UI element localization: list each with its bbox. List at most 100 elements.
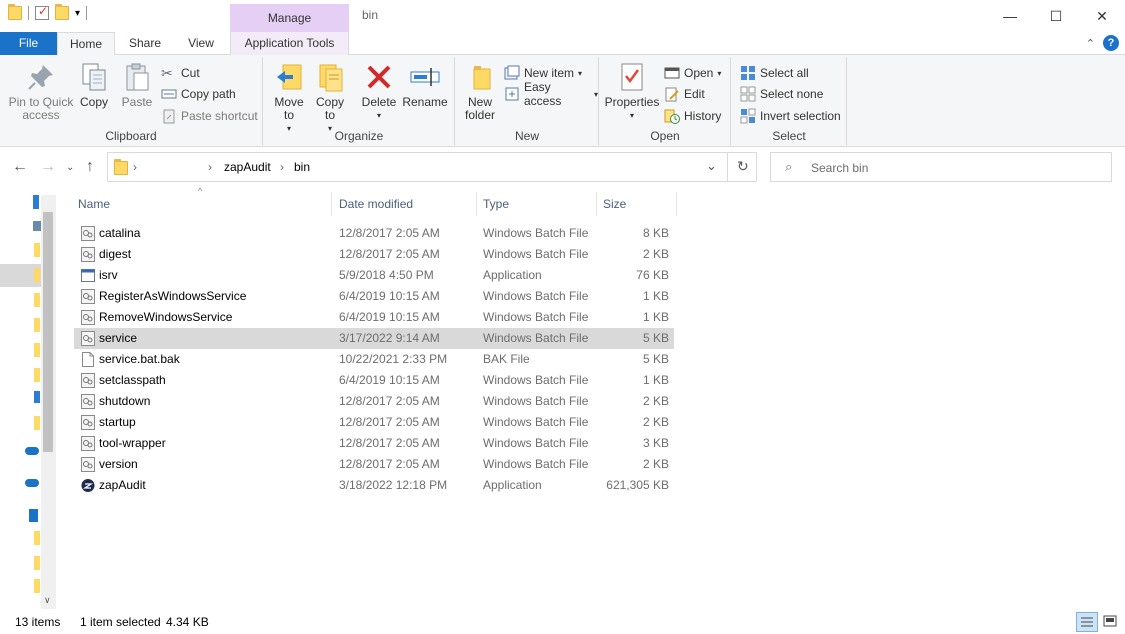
copy-path-button[interactable]: Copy path (161, 85, 236, 103)
history-button[interactable]: History (664, 107, 721, 125)
tab-view[interactable]: View (176, 32, 226, 55)
file-size: 1 KB (642, 373, 669, 387)
file-row[interactable]: catalina 12/8/2017 2:05 AM Windows Batch F… (74, 223, 674, 244)
folder-icon[interactable] (34, 556, 40, 570)
edit-button[interactable]: Edit (664, 85, 705, 103)
copy-to-button[interactable]: Copy to ▾ (313, 61, 347, 135)
breadcrumb-separator[interactable]: › (208, 160, 212, 174)
folder-icon[interactable] (34, 343, 40, 357)
folder-icon[interactable] (8, 4, 22, 20)
file-row[interactable]: startup 12/8/2017 2:05 AM Windows Batch Fi… (74, 412, 674, 433)
file-row[interactable]: zapAudit 3/18/2022 12:18 PM Application 621… (74, 475, 674, 496)
desktop-icon[interactable] (33, 221, 41, 231)
column-header-row: ^ Name Date modified Type Size (72, 186, 678, 216)
pin-to-quick-access-button[interactable]: Pin to Quick access (6, 61, 76, 122)
file-row[interactable]: version 12/8/2017 2:05 AM Windows Batch Fi… (74, 454, 674, 475)
tab-share[interactable]: Share (119, 32, 171, 55)
scroll-down-arrow-icon[interactable]: ∨ (44, 595, 51, 606)
onedrive-cloud-icon[interactable] (25, 479, 39, 487)
easy-access-button[interactable]: Easy access ▾ (504, 80, 598, 108)
folder-icon[interactable] (34, 268, 40, 282)
recent-locations-chevron-icon[interactable]: ⌄ (66, 162, 74, 173)
large-icons-view-button[interactable] (1100, 612, 1122, 632)
select-none-button[interactable]: Select none (740, 85, 823, 103)
copy-button[interactable]: Copy (76, 61, 112, 109)
column-header-name[interactable]: Name (72, 192, 332, 216)
file-date-modified: 6/4/2019 10:15 AM (339, 373, 440, 387)
customize-toolbar-dropdown-icon[interactable]: ▾ (75, 8, 80, 19)
file-row[interactable]: shutdown 12/8/2017 2:05 AM Windows Batch F… (74, 391, 674, 412)
breadcrumb-separator[interactable]: › (280, 160, 284, 174)
folder-icon[interactable] (34, 368, 40, 382)
delete-button[interactable]: Delete ▾ (361, 61, 397, 122)
properties-label: Properties (604, 95, 660, 109)
quick-access-pin-icon[interactable] (33, 195, 39, 209)
new-folder-icon[interactable] (55, 4, 69, 20)
column-header-date-modified[interactable]: Date modified (333, 192, 477, 216)
history-icon (664, 108, 680, 124)
select-all-button[interactable]: Select all (740, 64, 809, 82)
search-box[interactable]: ⌕ Search bin (770, 152, 1112, 182)
scrollbar-thumb[interactable] (43, 212, 53, 452)
manage-contextual-tab[interactable]: Manage (230, 4, 349, 32)
invert-selection-button[interactable]: Invert selection (740, 107, 841, 125)
breadcrumb-zapaudit[interactable]: zapAudit (224, 160, 271, 174)
rename-button[interactable]: Rename (402, 61, 448, 109)
easy-access-label: Easy access (524, 80, 562, 108)
file-date-modified: 12/8/2017 2:05 AM (339, 457, 440, 471)
breadcrumb-bin[interactable]: bin (294, 160, 310, 174)
folder-icon[interactable] (34, 243, 40, 257)
file-row[interactable]: tool-wrapper 12/8/2017 2:05 AM Windows Bat… (74, 433, 674, 454)
file-row[interactable]: setclasspath 6/4/2019 10:15 AM Windows Bat… (74, 370, 674, 391)
back-arrow-icon[interactable]: ← (12, 158, 28, 176)
batch-file-icon (81, 310, 95, 325)
file-row[interactable]: RemoveWindowsService 6/4/2019 10:15 AM Win… (74, 307, 674, 328)
app-icon[interactable] (34, 391, 40, 403)
selection-size: 4.34 KB (166, 615, 209, 629)
paste-button[interactable]: Paste (117, 61, 157, 109)
new-group-label: New (514, 129, 539, 143)
column-header-type[interactable]: Type (477, 192, 597, 216)
move-to-button[interactable]: Move to ▾ (272, 61, 306, 135)
cut-button[interactable]: ✂ Cut (161, 64, 200, 82)
column-header-size[interactable]: Size (597, 192, 677, 216)
tab-home[interactable]: Home (57, 32, 115, 56)
help-icon[interactable]: ? (1103, 35, 1119, 51)
properties-check-icon[interactable] (35, 4, 49, 20)
select-none-label: Select none (760, 87, 824, 101)
tab-application-tools[interactable]: Application Tools (230, 32, 349, 55)
folder-icon[interactable] (34, 579, 40, 593)
folder-icon[interactable] (34, 531, 40, 545)
maximize-button[interactable]: ☐ (1033, 0, 1079, 32)
quick-access-toolbar: ▾ (8, 4, 88, 20)
refresh-icon[interactable]: ↻ (737, 158, 749, 175)
select-all-icon (740, 65, 756, 81)
properties-button[interactable]: Properties ▾ (604, 61, 660, 122)
paste-shortcut-button[interactable]: Paste shortcut (161, 107, 258, 125)
folder-icon[interactable] (34, 318, 40, 332)
open-button[interactable]: Open ▾ (664, 64, 721, 82)
details-view-button[interactable] (1076, 612, 1098, 632)
file-name: digest (99, 247, 132, 261)
sharepoint-building-icon[interactable] (29, 509, 38, 522)
folder-icon[interactable] (34, 416, 40, 430)
folder-icon[interactable] (34, 293, 40, 307)
file-type: Windows Batch File (483, 331, 589, 345)
tab-file[interactable]: File (0, 32, 57, 55)
file-row[interactable]: service.bat.bak 10/22/2021 2:33 PM BAK Fil… (74, 349, 674, 370)
forward-arrow-icon[interactable]: → (40, 158, 56, 176)
file-row[interactable]: digest 12/8/2017 2:05 AM Windows Batch Fil… (74, 244, 674, 265)
minimize-button[interactable]: — (987, 0, 1033, 32)
collapse-ribbon-icon[interactable]: ⌃ (1086, 37, 1095, 50)
file-type: Application (483, 268, 542, 282)
file-row[interactable]: service 3/17/2022 9:14 AM Windows Batch Fi… (74, 328, 674, 349)
address-history-chevron-icon[interactable]: ⌄ (706, 158, 717, 174)
close-button[interactable]: ✕ (1079, 0, 1125, 32)
address-bar[interactable]: › › zapAudit › bin ⌄ ↻ (107, 152, 757, 182)
new-folder-button[interactable]: New folder (462, 61, 498, 122)
up-arrow-icon[interactable]: ↑ (86, 158, 94, 176)
file-row[interactable]: RegisterAsWindowsService 6/4/2019 10:15 A… (74, 286, 674, 307)
file-row[interactable]: isrv 5/9/2018 4:50 PM Application 76 KB (74, 265, 674, 286)
onedrive-cloud-icon[interactable] (25, 447, 39, 455)
breadcrumb-separator[interactable]: › (133, 160, 137, 174)
